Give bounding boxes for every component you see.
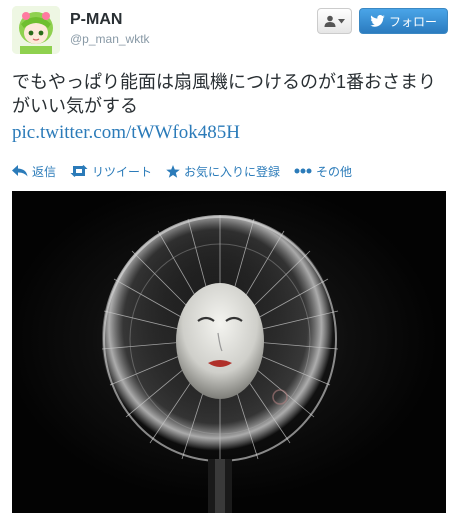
user-handle[interactable]: @p_man_wktk: [70, 32, 150, 46]
caret-down-icon: [338, 18, 345, 23]
tweet-card: P-MAN @p_man_wktk フォロー でもやっぱり能面は扇風機につけるの…: [0, 0, 457, 523]
favorite-label: お気に入りに登録: [184, 164, 281, 179]
star-icon: [166, 164, 180, 178]
retweet-icon: [70, 165, 88, 177]
avatar[interactable]: [12, 6, 60, 54]
reply-label: 返信: [32, 164, 57, 179]
twitter-bird-icon: [370, 15, 385, 27]
tweet-actions: 返信 リツイート お気に入りに登録 その他: [12, 162, 366, 180]
user-menu-button[interactable]: [317, 8, 352, 34]
tweet-photo[interactable]: [12, 191, 446, 513]
retweet-action[interactable]: リツイート: [70, 163, 152, 180]
follow-button-label: フォロー: [388, 14, 437, 29]
user-icon: [324, 15, 336, 27]
follow-button[interactable]: フォロー: [359, 8, 448, 34]
avatar-image: [12, 6, 60, 54]
tweet-text: でもやっぱり能面は扇風機につけるのが1番おさまりがいい気がする: [12, 72, 437, 116]
favorite-action[interactable]: お気に入りに登録: [166, 163, 280, 180]
more-label: その他: [316, 164, 353, 179]
retweet-label: リツイート: [92, 164, 153, 179]
reply-action[interactable]: 返信: [12, 163, 56, 180]
tweet-photo-link[interactable]: pic.twitter.com/tWWfok485H: [12, 122, 240, 144]
more-action[interactable]: その他: [294, 163, 352, 180]
ellipsis-icon: [294, 168, 312, 174]
reply-arrow-icon: [12, 165, 28, 177]
user-name[interactable]: P-MAN: [70, 11, 122, 29]
noh-mask: [176, 283, 264, 399]
noh-mask-fan-photo: [12, 191, 446, 513]
